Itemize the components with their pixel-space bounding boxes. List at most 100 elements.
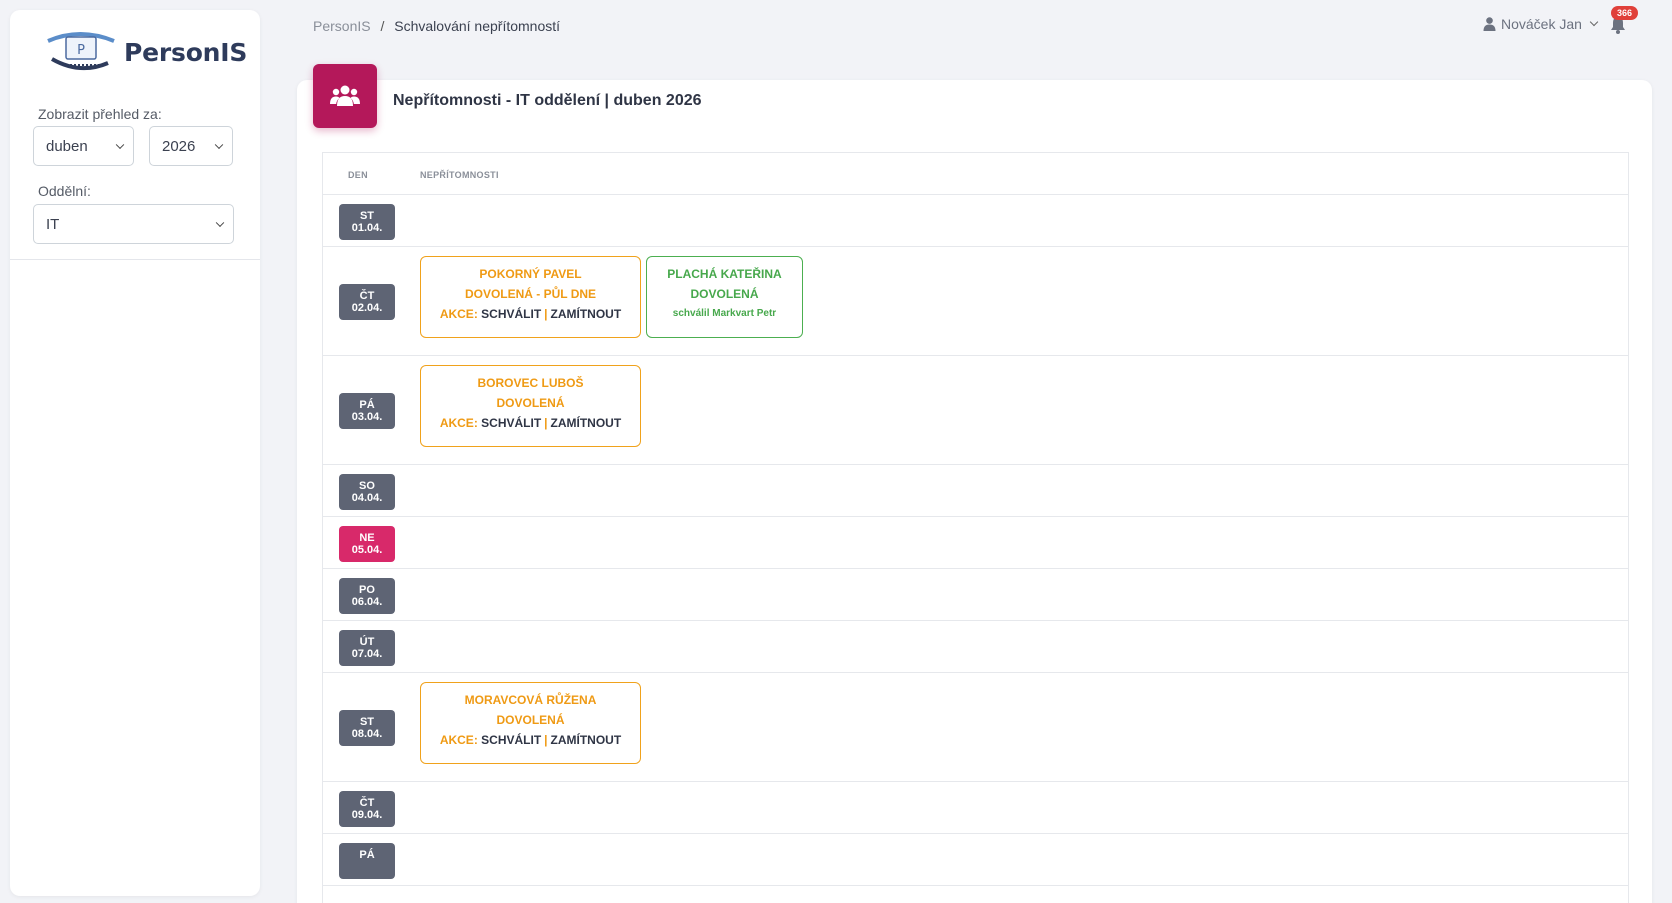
absence-list: BOROVEC LUBOŠ DOVOLENÁ AKCE: SCHVÁLIT | ZAMÍ… <box>420 365 641 447</box>
action-separator: | <box>544 307 548 321</box>
breadcrumb-root[interactable]: PersonIS <box>313 18 371 34</box>
absence-type: DOVOLENÁ - PŮL DNE <box>464 287 597 301</box>
day-date: 01.04. <box>351 221 383 234</box>
approval-note: schválil Markvart Petr <box>672 308 777 319</box>
month-select[interactable]: duben <box>33 126 134 166</box>
breadcrumb: PersonIS / Schvalování nepřítomností <box>313 18 560 34</box>
day-of-week: ÚT <box>359 635 375 648</box>
chevron-down-icon <box>1589 17 1599 27</box>
absence-type: DOVOLENÁ <box>496 396 565 410</box>
day-of-week: NE <box>359 531 375 544</box>
absence-type: DOVOLENÁ <box>496 713 565 727</box>
employee-name: MORAVCOVÁ RŮŽENA <box>464 693 597 707</box>
actions-label: AKCE: <box>439 307 478 321</box>
breadcrumb-separator: / <box>380 18 385 34</box>
day-badge: ČT 02.04. <box>339 284 395 320</box>
employee-name: BOROVEC LUBOŠ <box>477 376 584 390</box>
table-row: ČT 09.04. <box>323 783 1628 834</box>
notification-badge: 366 <box>1611 6 1639 20</box>
sidebar-divider <box>10 259 260 260</box>
table-row: PÁ 03.04. BOROVEC LUBOŠ DOVOLENÁ AKCE: SCHVÁ… <box>323 357 1628 465</box>
absence-actions: AKCE: SCHVÁLIT | ZAMÍTNOUT <box>431 413 630 433</box>
day-badge: NE 05.04. <box>339 525 395 562</box>
department-select-value: IT <box>46 215 60 233</box>
user-icon <box>1483 17 1496 31</box>
table-row: NE 05.04. <box>323 518 1628 569</box>
table-row: ČT 02.04. POKORNÝ PAVEL DOVOLENÁ - PŮL DNE A… <box>323 248 1628 356</box>
absence-item: BOROVEC LUBOŠ DOVOLENÁ AKCE: SCHVÁLIT | ZAMÍ… <box>420 365 641 447</box>
period-label: Zobrazit přehled za: <box>38 106 162 122</box>
table-header: DEN NEPŘÍTOMNOSTI <box>323 153 1628 195</box>
chevron-down-icon <box>115 140 125 150</box>
reject-button[interactable]: ZAMÍTNOUT <box>551 307 622 321</box>
action-separator: | <box>544 733 548 747</box>
column-header-absences: NEPŘÍTOMNOSTI <box>420 170 499 180</box>
actions-label: AKCE: <box>439 416 478 430</box>
day-of-week: PÁ <box>359 399 375 411</box>
svg-text:P: P <box>77 43 85 58</box>
approve-button[interactable]: SCHVÁLIT <box>481 733 541 747</box>
day-date: 05.04. <box>351 543 383 556</box>
action-separator: | <box>544 416 548 430</box>
column-header-day: DEN <box>348 170 368 180</box>
day-badge: ÚT 07.04. <box>339 629 395 666</box>
table-row: ST 08.04. MORAVCOVÁ RŮŽENA DOVOLENÁ AKCE: SC… <box>323 674 1628 782</box>
absence-item: PLACHÁ KATEŘINA DOVOLENÁ schválil Markvart… <box>646 256 803 338</box>
day-badge: ČT 09.04. <box>339 790 395 827</box>
day-date: 03.04. <box>351 411 383 423</box>
day-badge: ST 08.04. <box>339 710 395 746</box>
sidebar: P PersonIS Zobrazit přehled za: duben 20… <box>10 10 260 896</box>
day-of-week: SO <box>359 479 375 492</box>
table-row: SO 04.04. <box>323 466 1628 517</box>
day-date: 07.04. <box>351 647 383 660</box>
employee-name: PLACHÁ KATEŘINA <box>667 267 782 281</box>
users-group-icon <box>330 85 360 106</box>
employee-name: POKORNÝ PAVEL <box>479 267 582 281</box>
day-of-week: ST <box>359 209 375 222</box>
day-of-week: ČT <box>359 796 375 809</box>
user-name: Nováček Jan <box>1501 16 1582 32</box>
user-menu[interactable]: Nováček Jan <box>1483 16 1599 32</box>
chevron-down-icon <box>214 140 224 150</box>
absence-item: POKORNÝ PAVEL DOVOLENÁ - PŮL DNE AKCE: SCH… <box>420 256 641 338</box>
approve-button[interactable]: SCHVÁLIT <box>481 307 541 321</box>
month-select-value: duben <box>46 137 88 155</box>
table-row: PÁ <box>323 835 1628 886</box>
table-row: ST 01.04. <box>323 196 1628 247</box>
absence-type: DOVOLENÁ <box>690 287 759 301</box>
reject-button[interactable]: ZAMÍTNOUT <box>551 733 622 747</box>
day-badge: SO 04.04. <box>339 473 395 510</box>
day-of-week: PÁ <box>359 848 375 861</box>
breadcrumb-current: Schvalování nepřítomností <box>394 18 561 34</box>
day-date: 08.04. <box>351 728 383 740</box>
year-select-value: 2026 <box>162 137 196 155</box>
department-label: Oddělní: <box>38 183 91 199</box>
day-date: 02.04. <box>351 302 383 314</box>
department-select[interactable]: IT <box>33 204 234 244</box>
chevron-down-icon <box>215 218 225 228</box>
actions-label: AKCE: <box>439 733 478 747</box>
absence-list: MORAVCOVÁ RŮŽENA DOVOLENÁ AKCE: SCHVÁLIT | Z… <box>420 682 641 764</box>
day-badge: ST 01.04. <box>339 203 395 240</box>
absence-actions: AKCE: SCHVÁLIT | ZAMÍTNOUT <box>431 304 630 324</box>
day-of-week: ČT <box>359 290 375 302</box>
card-icon <box>313 64 377 128</box>
absences-table: DEN NEPŘÍTOMNOSTI ST 01.04. ČT 02.04. POKORN… <box>322 152 1629 903</box>
logo[interactable]: P PersonIS <box>10 10 260 82</box>
day-of-week: ST <box>359 716 375 728</box>
approve-button[interactable]: SCHVÁLIT <box>481 416 541 430</box>
day-date: 09.04. <box>351 808 383 821</box>
day-date: 06.04. <box>351 595 383 608</box>
day-badge: PÁ 03.04. <box>339 393 395 429</box>
absence-list: POKORNÝ PAVEL DOVOLENÁ - PŮL DNE AKCE: SCH… <box>420 256 803 338</box>
brand-name: PersonIS <box>124 37 248 67</box>
card-title: Nepřítomnosti - IT oddělení | duben 2026 <box>393 92 702 109</box>
absence-actions: AKCE: SCHVÁLIT | ZAMÍTNOUT <box>431 730 630 750</box>
day-of-week: PO <box>359 583 375 596</box>
year-select[interactable]: 2026 <box>149 126 233 166</box>
day-badge: PÁ <box>339 842 395 879</box>
table-row: PO 06.04. <box>323 570 1628 621</box>
logo-icon: P <box>47 32 115 71</box>
reject-button[interactable]: ZAMÍTNOUT <box>551 416 622 430</box>
table-row: ÚT 07.04. <box>323 622 1628 673</box>
